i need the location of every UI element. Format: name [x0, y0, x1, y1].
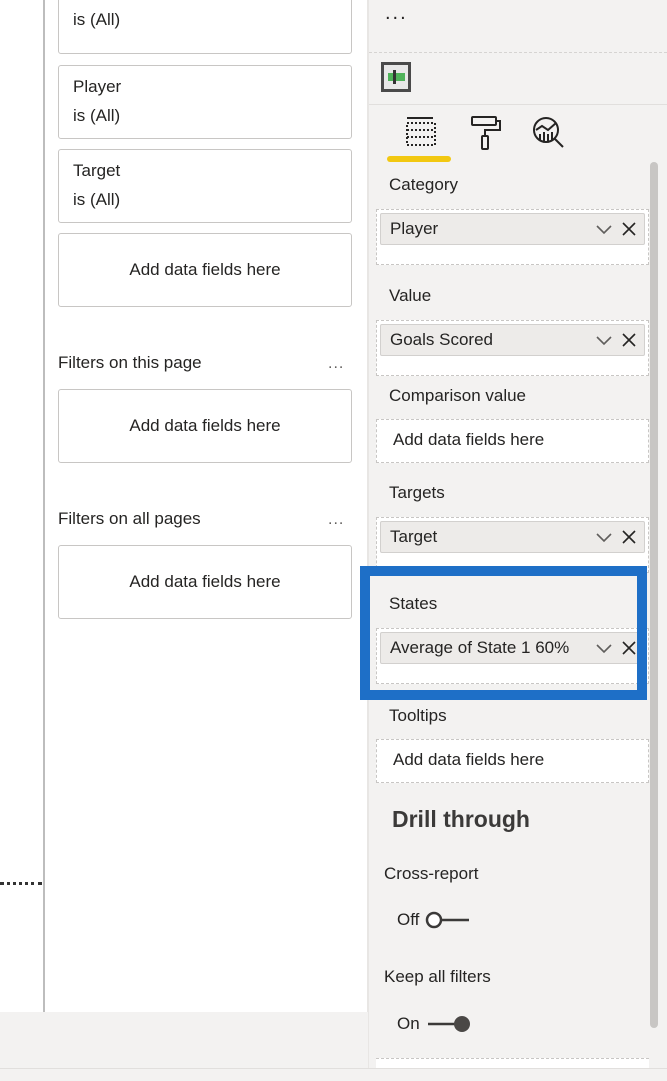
visual-border-dotted [0, 882, 42, 885]
more-visuals-button[interactable]: ... [385, 2, 408, 25]
cross-report-label: Cross-report [384, 864, 479, 883]
scrollbar[interactable] [650, 162, 658, 1028]
toggle-state-text: On [397, 1014, 420, 1033]
visualizations-pane: ... Category Player Value Goals Scored C… [360, 0, 667, 1073]
comparison-well[interactable]: Add data fields here [376, 419, 649, 463]
window-bottom-edge [0, 1068, 667, 1081]
category-well[interactable]: Player [376, 209, 649, 265]
category-field-chip[interactable]: Player [380, 213, 645, 245]
page-filters-more-button[interactable]: ... [328, 355, 344, 373]
targets-well[interactable]: Target [376, 517, 649, 573]
divider [369, 52, 667, 53]
visual-filters-drop-zone[interactable]: Add data fields here [58, 233, 352, 307]
keep-all-filters-label: Keep all filters [384, 967, 491, 986]
cross-report-toggle[interactable]: Off [397, 907, 471, 933]
drop-zone-placeholder: Add data fields here [129, 416, 281, 435]
paint-roller-icon[interactable] [466, 112, 506, 152]
tooltips-well-label: Tooltips [389, 706, 447, 725]
drop-zone-placeholder: Add data fields here [393, 430, 545, 449]
close-icon[interactable] [619, 527, 639, 547]
drop-zone-placeholder: Add data fields here [129, 260, 281, 279]
close-icon[interactable] [619, 219, 639, 239]
filter-condition: is (All) [73, 190, 121, 209]
divider [369, 104, 667, 105]
filters-on-this-page-heading: Filters on this page [58, 353, 202, 372]
all-pages-filters-more-button[interactable]: ... [328, 511, 344, 529]
targets-field-chip[interactable]: Target [380, 521, 645, 553]
tooltips-well[interactable]: Add data fields here [376, 739, 649, 783]
drop-zone-placeholder: Add data fields here [393, 750, 545, 769]
chevron-down-icon[interactable] [594, 330, 614, 350]
drop-zone-placeholder: Add data fields here [129, 572, 281, 591]
bullet-chart-icon[interactable] [381, 62, 411, 92]
status-bar [0, 1012, 368, 1068]
filters-pane: Goals Scored is (All) Player is (All) Ta… [45, 0, 367, 1012]
fields-icon[interactable] [401, 112, 441, 152]
filter-condition: is (All) [73, 106, 121, 125]
toggle-on-icon [427, 1016, 470, 1032]
chevron-down-icon[interactable] [594, 219, 614, 239]
value-well[interactable]: Goals Scored [376, 320, 649, 376]
comparison-well-label: Comparison value [389, 386, 527, 405]
toggle-off-icon [426, 911, 470, 929]
keep-all-filters-toggle[interactable]: On [397, 1011, 472, 1037]
analytics-icon[interactable] [529, 112, 569, 152]
active-tab-indicator [387, 156, 451, 162]
filter-card-player[interactable]: Player is (All) [58, 65, 352, 139]
filter-card-target[interactable]: Target is (All) [58, 149, 352, 223]
filter-condition: is (All) [73, 10, 121, 29]
field-chip-label: Goals Scored [390, 330, 493, 349]
category-well-label: Category [389, 175, 458, 194]
filters-on-all-pages-heading: Filters on all pages [58, 509, 201, 528]
bullet-bar-shape [388, 73, 405, 81]
page-filters-drop-zone[interactable]: Add data fields here [58, 389, 352, 463]
filter-field-name: Target [73, 161, 121, 180]
annotation-highlight-box [360, 566, 647, 700]
value-field-chip[interactable]: Goals Scored [380, 324, 645, 356]
toggle-state-text: Off [397, 910, 420, 929]
all-pages-filters-drop-zone[interactable]: Add data fields here [58, 545, 352, 619]
drill-through-heading: Drill through [392, 806, 530, 832]
filter-field-name: Goals Scored [73, 0, 176, 4]
targets-well-label: Targets [389, 483, 445, 502]
chevron-down-icon[interactable] [594, 527, 614, 547]
field-chip-label: Player [390, 219, 439, 238]
filter-card-goals-scored[interactable]: Goals Scored is (All) [58, 0, 352, 54]
bullet-target-shape [393, 70, 396, 84]
field-chip-label: Target [390, 527, 438, 546]
close-icon[interactable] [619, 330, 639, 350]
report-canvas[interactable] [0, 0, 44, 1010]
value-well-label: Value [389, 286, 432, 305]
filter-field-name: Player [73, 77, 122, 96]
